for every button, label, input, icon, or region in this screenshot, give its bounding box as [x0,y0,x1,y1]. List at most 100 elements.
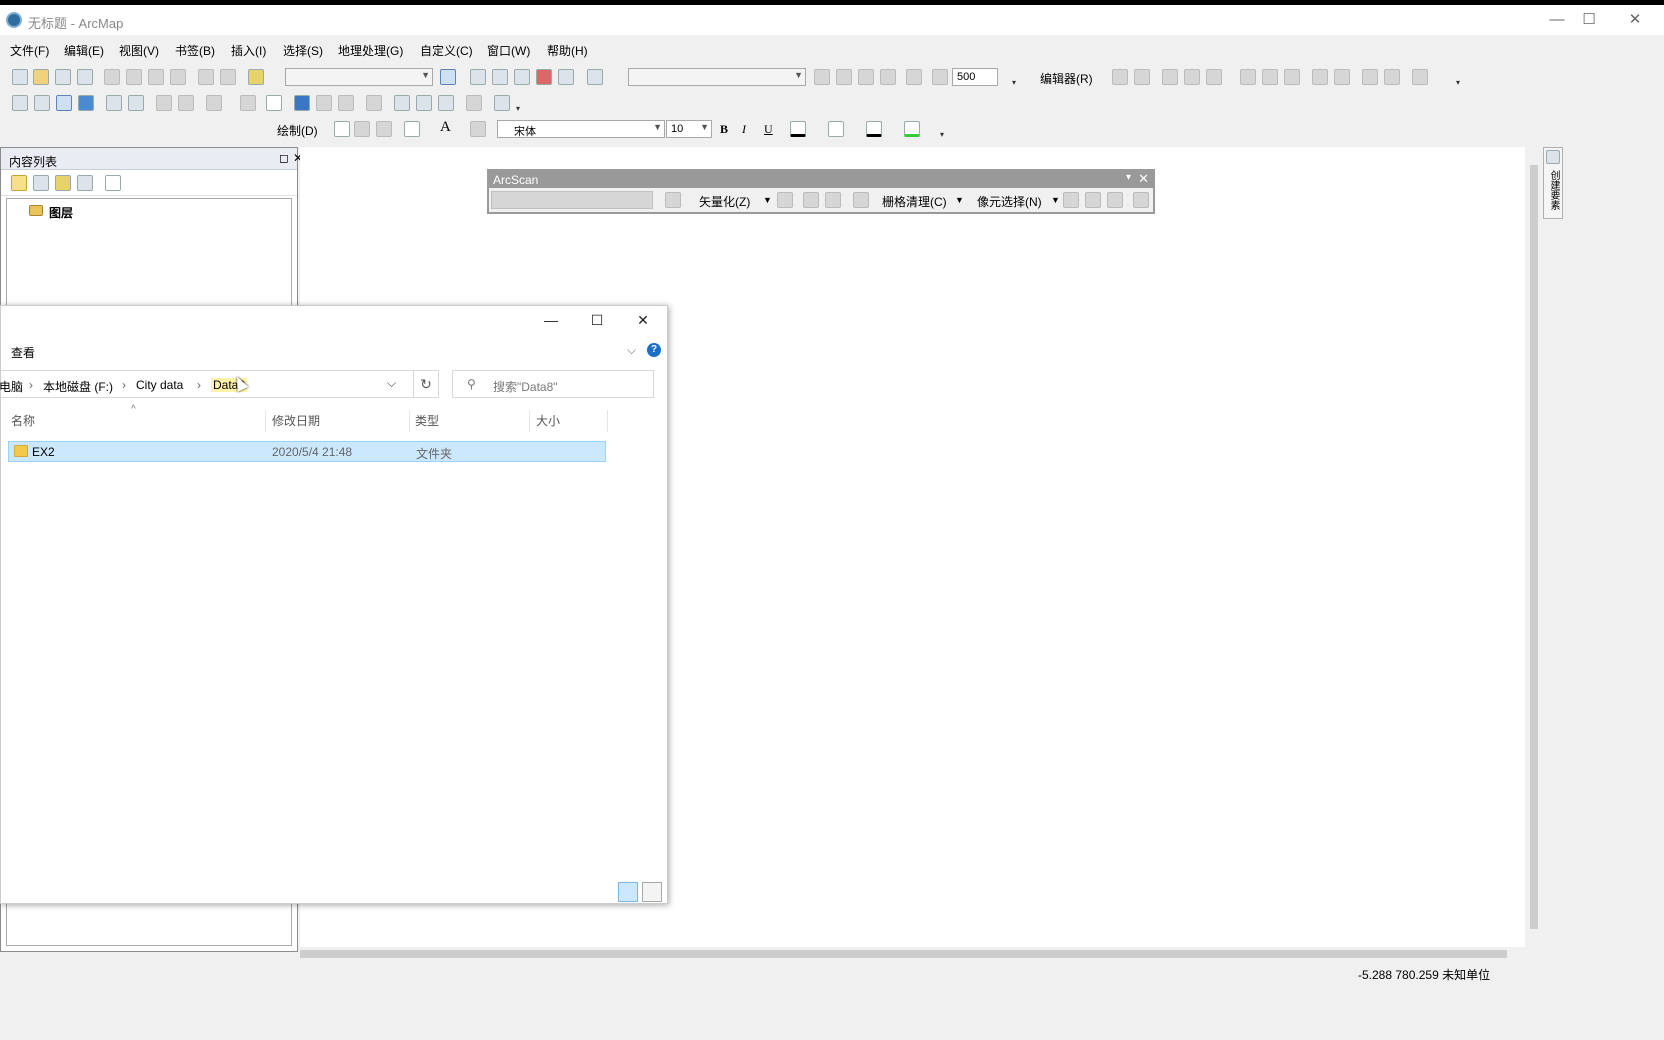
fixed-zoom-in-icon[interactable] [106,95,122,111]
map-scale-combo[interactable]: ▼ [285,68,433,86]
add-data-icon[interactable] [248,69,264,85]
select-elements-icon[interactable] [266,95,282,111]
reference-scale-icon[interactable] [932,69,948,85]
zoom-out-icon[interactable] [34,95,50,111]
toc-dock-button[interactable]: ◻ [277,151,291,165]
dialog-minimize-button[interactable]: — [541,312,561,330]
arctoolbox-icon[interactable] [536,69,552,85]
straight-segment-icon[interactable] [1162,69,1178,85]
vectorize-dropdown-icon[interactable]: ▼ [763,195,772,205]
measure-icon[interactable] [366,95,382,111]
font-name-combo[interactable]: 宋体 ▼ [497,120,665,138]
vertical-scrollbar[interactable] [1527,147,1541,947]
effects-icon-1[interactable] [814,69,830,85]
edit-annotation-icon[interactable] [1134,69,1150,85]
python-window-icon[interactable] [558,69,574,85]
layers-node[interactable]: 图层 [49,204,73,221]
catalog-window-icon[interactable] [492,69,508,85]
redo-icon[interactable] [220,69,236,85]
effects-icon-2[interactable] [836,69,852,85]
vertical-scroll-thumb[interactable] [1530,165,1538,929]
menu-insert[interactable]: 插入(I) [231,42,266,59]
raster-layer-combo[interactable] [491,191,653,209]
html-popup-icon[interactable] [338,95,354,111]
list-by-selection-icon[interactable] [77,175,93,191]
breadcrumb-computer[interactable]: 电脑 [0,378,23,395]
arcscan-close-button[interactable]: ✕ [1138,171,1149,187]
layer-combo[interactable]: ▼ [628,68,806,86]
editor-menu[interactable]: 编辑器(R) [1040,70,1093,87]
toc-options-icon[interactable] [105,175,121,191]
column-divider[interactable] [265,410,266,432]
font-color-icon[interactable] [790,121,806,137]
create-features-icon[interactable] [1362,69,1378,85]
address-bar[interactable]: 电脑 › 本地磁盘 (F:) › City data › Data8 ⌵ [0,370,439,398]
file-row[interactable]: EX2 2020/5/4 21:48 文件夹 [8,441,606,462]
edit-vertices-icon[interactable] [1384,69,1400,85]
point-icon[interactable] [1206,69,1222,85]
column-modified[interactable]: 修改日期 [272,412,320,432]
find-cells-icon[interactable] [1107,192,1123,208]
column-name[interactable]: 名称 [11,412,35,432]
trace-icon[interactable] [1184,69,1200,85]
forward-extent-icon[interactable] [178,95,194,111]
menu-geoprocessing[interactable]: 地理处理(G) [338,42,403,59]
details-view-icon[interactable] [618,882,638,902]
draw-menu[interactable]: 绘制(D) [277,122,318,139]
list-by-drawing-order-icon[interactable] [11,175,27,191]
raster-snapping-icon[interactable] [665,192,681,208]
effects-icon-5[interactable] [906,69,922,85]
menu-windows[interactable]: 窗口(W) [487,42,530,59]
split-icon[interactable] [1240,69,1256,85]
attributes-icon[interactable] [1312,69,1328,85]
view-tab[interactable]: 查看 [11,344,35,361]
find-icon[interactable] [394,95,410,111]
identify-icon[interactable] [294,95,310,111]
zoom-whole-page-icon[interactable] [376,121,392,137]
select-features-icon[interactable] [206,95,222,111]
bold-button[interactable]: B [720,122,728,137]
select-connected-cells-icon[interactable] [1063,192,1079,208]
column-type[interactable]: 类型 [415,412,439,432]
edit-vertices-icon[interactable] [470,121,486,137]
create-features-side-tab[interactable]: 创建要素 [1543,147,1563,219]
menu-help[interactable]: 帮助(H) [547,42,588,59]
search-window-icon[interactable] [514,69,530,85]
time-slider-icon[interactable] [466,95,482,111]
toolbar-grip[interactable]: ▾ [1012,79,1020,87]
search-field[interactable]: ⚲ 搜索"Data8" [452,370,654,398]
toolbar-grip[interactable]: ▾ [940,131,948,139]
breadcrumb-drive[interactable]: 本地磁盘 (F:) [43,378,113,395]
select-elements-icon[interactable] [334,121,350,137]
breadcrumb-city-data[interactable]: City data [136,378,183,392]
expand-ribbon-icon[interactable]: ⌵ [627,343,636,358]
horizontal-scrollbar[interactable] [300,947,1527,961]
cell-select-menu[interactable]: 像元选择(N) [977,193,1042,210]
editor-toolbar-icon[interactable] [440,69,456,85]
menu-customize[interactable]: 自定义(C) [420,42,473,59]
cell-statistics-icon[interactable] [1133,192,1149,208]
help-icon[interactable]: ? [647,343,661,357]
effects-icon-4[interactable] [880,69,896,85]
arcscan-dropdown-icon[interactable]: ▾ [1126,172,1131,183]
toolbar-grip[interactable]: ▾ [516,105,524,113]
menu-file[interactable]: 文件(F) [10,42,49,59]
text-tool-icon[interactable]: A [440,119,451,136]
undo-icon[interactable] [198,69,214,85]
print-icon[interactable] [77,69,93,85]
raster-cleanup-dropdown-icon[interactable]: ▼ [955,195,964,205]
dialog-maximize-button[interactable]: ☐ [587,312,607,330]
find-route-icon[interactable] [416,95,432,111]
minimize-button[interactable]: — [1546,10,1568,30]
maximize-button[interactable]: ☐ [1578,10,1600,30]
model-builder-icon[interactable] [587,69,603,85]
italic-button[interactable]: I [742,122,746,137]
column-divider[interactable] [607,410,608,432]
pan-icon[interactable] [56,95,72,111]
sketch-properties-icon[interactable] [1334,69,1350,85]
full-extent-icon[interactable] [78,95,94,111]
topology-icon[interactable] [1412,69,1428,85]
shape-recognition-icon[interactable] [825,192,841,208]
fixed-zoom-out-icon[interactable] [128,95,144,111]
menu-edit[interactable]: 编辑(E) [64,42,104,59]
